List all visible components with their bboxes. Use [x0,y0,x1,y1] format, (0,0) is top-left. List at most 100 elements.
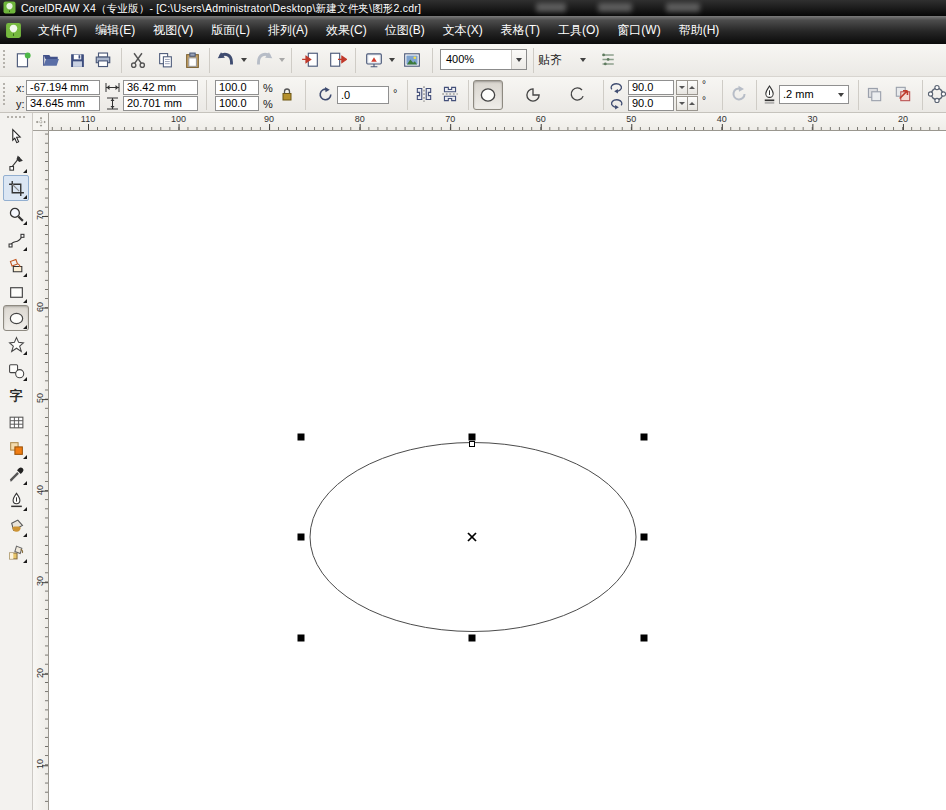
flyout-indicator [23,221,27,225]
menu-item-file[interactable]: 文件(F) [29,16,86,44]
wrap-paragraph-text-button[interactable] [864,84,884,104]
tool-shape[interactable] [3,149,29,175]
cut-button[interactable] [125,47,151,73]
object-width-field[interactable]: 36.42 mm [123,80,198,95]
separator [206,80,207,110]
ellipse-mode-button[interactable] [473,80,503,110]
tool-freehand[interactable] [3,227,29,253]
new-document-button[interactable] [10,47,36,73]
menu-item-table[interactable]: 表格(T) [492,16,549,44]
degree-sign: ° [702,79,706,90]
redo-button[interactable] [251,47,277,73]
tool-basic-shapes[interactable] [3,357,29,383]
end-angle-spinner[interactable] [676,96,698,111]
menu-item-layout[interactable]: 版面(L) [202,16,259,44]
menu-item-tools[interactable]: 工具(O) [549,16,608,44]
tool-table[interactable] [3,409,29,435]
horizontal-ruler[interactable]: 1101009080706050403020 [49,113,946,131]
copy-button[interactable] [152,47,178,73]
application-launcher-button[interactable] [361,47,387,73]
quick-customize-button[interactable] [927,84,946,104]
menu-item-window[interactable]: 窗口(W) [608,16,669,44]
selection-handle[interactable] [641,534,648,541]
menu-item-arrange[interactable]: 排列(A) [259,16,317,44]
scale-horizontal-field[interactable]: 100.0 [215,80,259,95]
start-angle-field[interactable]: 90.0 [628,80,674,95]
separator [121,48,122,73]
snap-dropdown[interactable] [578,47,587,73]
tool-pick[interactable] [3,123,29,149]
menu-item-bitmaps[interactable]: 位图(B) [376,16,434,44]
tool-eyedropper[interactable] [3,461,29,487]
export-button[interactable] [325,47,351,73]
rotation-angle-field[interactable]: .0 [337,86,389,104]
toolbox-grip[interactable] [7,116,25,119]
selection-handle[interactable] [298,534,305,541]
menu-item-edit[interactable]: 编辑(E) [86,16,144,44]
mirror-vertical-button[interactable] [440,84,460,104]
options-button[interactable] [594,47,620,73]
x-position-field[interactable]: -67.194 mm [26,80,100,95]
tool-interactive-fill[interactable] [3,539,29,565]
paste-button[interactable] [179,47,205,73]
tool-smart-fill[interactable] [3,253,29,279]
selection-center-mark[interactable] [468,533,476,541]
document-icon [5,22,22,39]
selection-handle[interactable] [298,434,305,441]
ruler-origin[interactable] [33,113,49,131]
print-button[interactable] [90,47,116,73]
outline-width-combo[interactable]: .2 mm [779,85,849,104]
snap-button[interactable]: 贴齐 [538,49,562,71]
tool-fill[interactable] [3,513,29,539]
selection-handle[interactable] [641,434,648,441]
selection-handle[interactable] [469,635,476,642]
tool-blend[interactable] [3,435,29,461]
selection-handle[interactable] [469,434,476,441]
mirror-horizontal-button[interactable] [414,84,434,104]
selection-handle[interactable] [641,635,648,642]
scale-lock-icon[interactable] [280,87,294,102]
tool-text[interactable]: 字 [3,383,29,409]
zoom-level-combo[interactable]: 400% [440,49,527,70]
menu-item-text[interactable]: 文本(X) [434,16,492,44]
tool-rectangle[interactable] [3,279,29,305]
clockwise-direction-button[interactable] [729,84,749,104]
tool-crop[interactable] [3,175,29,201]
launcher-dropdown[interactable] [387,47,396,73]
import-button[interactable] [297,47,323,73]
end-angle-field[interactable]: 90.0 [628,96,674,111]
vruler-label: 10 [35,757,45,772]
start-angle-spinner[interactable] [676,80,698,95]
selection-handle[interactable] [298,635,305,642]
open-button[interactable] [38,47,64,73]
end-angle-icon [609,96,624,111]
propbar-grip[interactable] [3,83,5,106]
ellipse-node[interactable] [470,442,475,447]
drawing-canvas[interactable] [49,131,946,810]
tool-ellipse[interactable] [3,305,29,331]
redo-dropdown[interactable] [277,47,286,73]
y-position-field[interactable]: 34.645 mm [26,96,100,111]
object-width-icon [105,81,120,94]
fullscreen-preview-button[interactable] [399,47,425,73]
arc-mode-button[interactable] [562,80,592,110]
vertical-ruler[interactable]: 70605040302010 [33,131,49,810]
scale-vertical-field[interactable]: 100.0 [215,96,259,111]
tool-outline-pen[interactable] [3,487,29,513]
pie-mode-button[interactable] [518,80,548,110]
undo-dropdown[interactable] [239,47,248,73]
app-logo-icon [3,1,16,14]
zoom-combo-dropdown[interactable] [511,50,526,69]
separator [858,80,859,110]
separator [603,80,604,110]
tool-polygon[interactable] [3,331,29,357]
toolbar-grip[interactable] [3,50,5,70]
tool-zoom[interactable] [3,201,29,227]
menu-item-view[interactable]: 视图(V) [144,16,202,44]
object-height-field[interactable]: 20.701 mm [123,96,198,111]
convert-to-curves-button[interactable] [893,84,913,104]
save-button[interactable] [64,47,90,73]
menu-item-help[interactable]: 帮助(H) [670,16,729,44]
undo-button[interactable] [213,47,239,73]
menu-item-effects[interactable]: 效果(C) [317,16,376,44]
